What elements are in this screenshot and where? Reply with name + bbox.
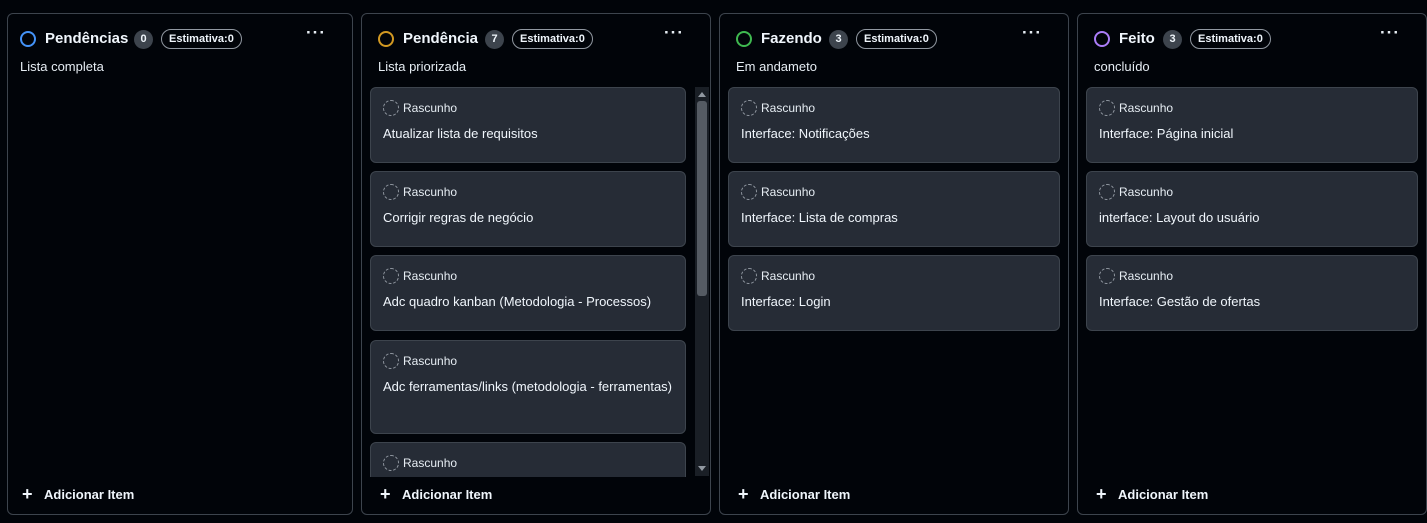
item-count-badge: 3 — [829, 30, 848, 49]
plus-icon: + — [380, 484, 391, 504]
card-title[interactable]: Interface: Página inicial — [1099, 125, 1405, 143]
column-title: Pendência — [403, 30, 479, 47]
column-header: Pendências 0 Estimativa:0 ··· Lista comp… — [8, 14, 352, 94]
card-status: Rascunho — [403, 456, 458, 470]
card-title[interactable]: Interface: Notificações — [741, 125, 1047, 143]
card-status: Rascunho — [403, 101, 458, 115]
card-list: Rascunho Interface: Notificações Rascunh… — [728, 87, 1060, 477]
draft-status-icon — [383, 100, 399, 116]
draft-status-icon — [383, 268, 399, 284]
column-menu-button[interactable]: ··· — [660, 24, 688, 48]
scroll-down-icon[interactable] — [698, 466, 706, 471]
column-title: Feito — [1119, 30, 1155, 47]
plus-icon: + — [738, 484, 749, 504]
add-item-label: Adicionar Item — [44, 487, 135, 502]
card-item[interactable]: Rascunho Atualizar lista de requisitos — [370, 87, 686, 163]
card-status: Rascunho — [1119, 269, 1174, 283]
scroll-up-icon[interactable] — [698, 92, 706, 97]
card-status: Rascunho — [1119, 185, 1174, 199]
column-fazendo: Fazendo 3 Estimativa:0 ··· Em andameto R… — [719, 13, 1069, 515]
card-status: Rascunho — [761, 101, 816, 115]
column-feito: Feito 3 Estimativa:0 ··· concluído Rascu… — [1077, 13, 1427, 515]
item-count-badge: 0 — [134, 30, 153, 49]
column-header: Fazendo 3 Estimativa:0 ··· Em andameto — [720, 14, 1068, 94]
add-item-label: Adicionar Item — [760, 487, 851, 502]
column-menu-button[interactable]: ··· — [1376, 24, 1404, 48]
card-status: Rascunho — [403, 269, 458, 283]
draft-status-icon — [1099, 100, 1115, 116]
card-item[interactable]: Rascunho Adc quadro kanban (Metodologia … — [370, 255, 686, 331]
estimate-badge: Estimativa:0 — [161, 29, 242, 49]
add-item-label: Adicionar Item — [402, 487, 493, 502]
draft-status-icon — [1099, 268, 1115, 284]
card-title[interactable]: Adc quadro kanban (Metodologia - Process… — [383, 293, 673, 311]
scroll-thumb[interactable] — [697, 101, 707, 296]
column-menu-button[interactable]: ··· — [302, 24, 330, 48]
card-status: Rascunho — [1119, 101, 1174, 115]
item-count-badge: 7 — [485, 30, 504, 49]
column-pendencias: Pendências 0 Estimativa:0 ··· Lista comp… — [7, 13, 353, 515]
card-status: Rascunho — [761, 269, 816, 283]
card-title[interactable]: interface: Layout do usuário — [1099, 209, 1405, 227]
column-description: Lista priorizada — [378, 59, 467, 74]
card-list: Rascunho Atualizar lista de requisitos R… — [370, 87, 686, 477]
card-title[interactable]: Interface: Lista de compras — [741, 209, 1047, 227]
card-item[interactable]: Rascunho Interface: Gestão de ofertas — [1086, 255, 1418, 331]
column-description: Lista completa — [20, 59, 104, 74]
draft-status-icon — [741, 184, 757, 200]
card-title[interactable]: Interface: Login — [741, 293, 1047, 311]
status-circle-icon — [736, 31, 752, 47]
draft-status-icon — [383, 353, 399, 369]
column-title: Pendências — [45, 30, 129, 47]
draft-status-icon — [383, 184, 399, 200]
estimate-badge: Estimativa:0 — [856, 29, 937, 49]
draft-status-icon — [1099, 184, 1115, 200]
card-item[interactable]: Rascunho — [370, 442, 686, 477]
plus-icon: + — [22, 484, 33, 504]
card-list: Rascunho Interface: Página inicial Rascu… — [1086, 87, 1418, 477]
column-menu-button[interactable]: ··· — [1018, 24, 1046, 48]
status-circle-icon — [20, 31, 36, 47]
card-status: Rascunho — [761, 185, 816, 199]
column-description: concluído — [1094, 59, 1150, 74]
draft-status-icon — [741, 268, 757, 284]
card-title[interactable]: Corrigir regras de negócio — [383, 209, 673, 227]
plus-icon: + — [1096, 484, 1107, 504]
estimate-badge: Estimativa:0 — [512, 29, 593, 49]
card-title[interactable]: Adc ferramentas/links (metodologia - fer… — [383, 378, 673, 396]
card-item[interactable]: Rascunho Interface: Página inicial — [1086, 87, 1418, 163]
status-circle-icon — [378, 31, 394, 47]
card-item[interactable]: Rascunho Interface: Lista de compras — [728, 171, 1060, 247]
status-circle-icon — [1094, 31, 1110, 47]
card-status: Rascunho — [403, 185, 458, 199]
card-title[interactable]: Atualizar lista de requisitos — [383, 125, 673, 143]
estimate-badge: Estimativa:0 — [1190, 29, 1271, 49]
card-item[interactable]: Rascunho Corrigir regras de negócio — [370, 171, 686, 247]
card-item[interactable]: Rascunho Interface: Login — [728, 255, 1060, 331]
column-pendencia: Pendência 7 Estimativa:0 ··· Lista prior… — [361, 13, 711, 515]
card-list-scrollbar[interactable] — [695, 87, 709, 476]
card-status: Rascunho — [403, 354, 458, 368]
draft-status-icon — [383, 455, 399, 471]
card-item[interactable]: Rascunho Interface: Notificações — [728, 87, 1060, 163]
column-title: Fazendo — [761, 30, 822, 47]
column-header: Pendência 7 Estimativa:0 ··· Lista prior… — [362, 14, 710, 94]
card-item[interactable]: Rascunho interface: Layout do usuário — [1086, 171, 1418, 247]
card-title[interactable]: Interface: Gestão de ofertas — [1099, 293, 1405, 311]
column-description: Em andameto — [736, 59, 817, 74]
column-header: Feito 3 Estimativa:0 ··· concluído — [1078, 14, 1426, 94]
add-item-label: Adicionar Item — [1118, 487, 1209, 502]
item-count-badge: 3 — [1163, 30, 1182, 49]
draft-status-icon — [741, 100, 757, 116]
card-item[interactable]: Rascunho Adc ferramentas/links (metodolo… — [370, 340, 686, 434]
